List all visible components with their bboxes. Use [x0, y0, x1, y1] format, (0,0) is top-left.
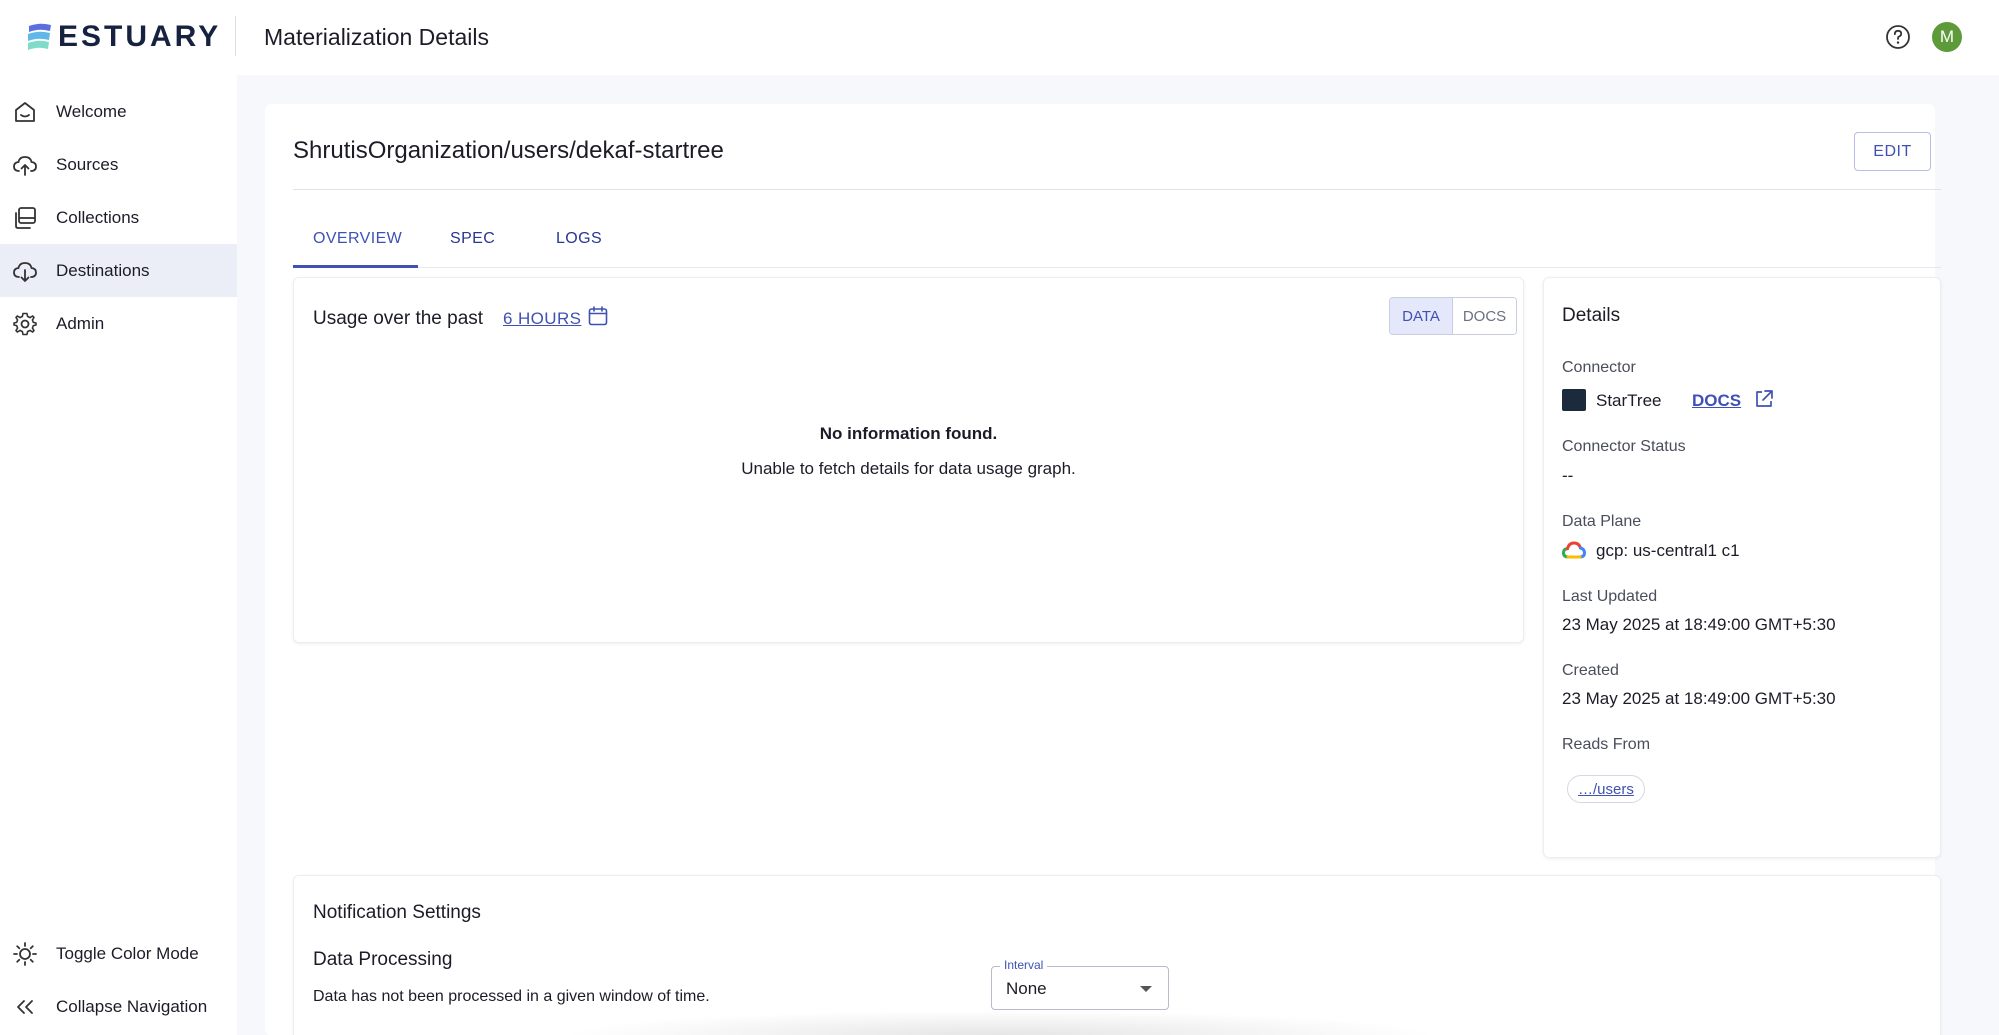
- usage-type-toggle: DATA DOCS: [1389, 297, 1517, 335]
- collapse-navigation-button[interactable]: Collapse Navigation: [0, 980, 237, 1033]
- estuary-logo[interactable]: ESTUARY: [26, 20, 221, 54]
- edit-button[interactable]: EDIT: [1854, 132, 1931, 171]
- sidebar-item-admin[interactable]: Admin: [0, 297, 237, 350]
- collections-icon: [15, 206, 36, 229]
- sidebar-item-label: Destinations: [56, 260, 150, 280]
- sun-icon: [13, 941, 37, 966]
- calendar-icon[interactable]: [587, 305, 609, 327]
- help-icon[interactable]: [1885, 24, 1911, 50]
- created-label: Created: [1562, 662, 1619, 679]
- top-header: ESTUARY Materialization Details M: [0, 0, 1999, 75]
- tab-spec[interactable]: SPEC: [450, 230, 495, 248]
- sidebar-footer-label: Collapse Navigation: [56, 996, 208, 1016]
- sidebar-item-collections[interactable]: Collections: [0, 191, 237, 244]
- avatar[interactable]: M: [1932, 22, 1962, 52]
- sidebar-footer-label: Toggle Color Mode: [56, 943, 199, 963]
- gcp-cloud-icon: [1562, 541, 1586, 559]
- startree-logo-icon: [1562, 389, 1586, 411]
- active-tab-indicator: [293, 265, 418, 268]
- connector-status-label: Connector Status: [1562, 438, 1686, 455]
- interval-select-label: Interval: [1000, 958, 1048, 972]
- sidebar-item-label: Welcome: [56, 101, 127, 121]
- details-title: Details: [1562, 305, 1621, 326]
- entity-title: ShrutisOrganization/users/dekaf-startree: [293, 137, 724, 164]
- tab-overview[interactable]: OVERVIEW: [313, 230, 402, 248]
- created-value: 23 May 2025 at 18:49:00 GMT+5:30: [1562, 689, 1836, 708]
- sidebar-item-label: Admin: [56, 313, 105, 333]
- double-chevron-left-icon: [17, 999, 33, 1014]
- cloud-download-icon: [13, 261, 37, 282]
- last-updated-label: Last Updated: [1562, 588, 1658, 605]
- usage-label: Usage over the past: [313, 308, 484, 329]
- cloud-upload-icon: [13, 155, 37, 176]
- sidebar-item-label: Sources: [56, 154, 119, 174]
- home-icon: [15, 101, 35, 122]
- connector-label: Connector: [1562, 359, 1636, 376]
- notification-settings-title: Notification Settings: [313, 902, 481, 923]
- caret-down-icon: [1140, 986, 1152, 992]
- sidebar-item-destinations[interactable]: Destinations: [0, 244, 237, 297]
- interval-select[interactable]: Interval None: [991, 958, 1169, 1010]
- data-processing-title: Data Processing: [313, 949, 453, 970]
- connector-name: StarTree: [1596, 391, 1662, 410]
- page-title: Materialization Details: [264, 24, 489, 50]
- brand-name: ESTUARY: [58, 20, 222, 53]
- snackbar-shadow: [560, 1010, 1440, 1035]
- empty-state-message: Unable to fetch details for data usage g…: [741, 459, 1076, 478]
- last-updated-value: 23 May 2025 at 18:49:00 GMT+5:30: [1562, 615, 1836, 634]
- estuary-logo-icon: [28, 23, 51, 50]
- toggle-color-mode-button[interactable]: Toggle Color Mode: [0, 927, 237, 980]
- gear-icon: [13, 312, 37, 335]
- sidebar: Welcome Sources Collections Destinations…: [0, 75, 237, 1035]
- header-divider: [235, 16, 236, 56]
- toggle-docs-button[interactable]: DOCS: [1453, 298, 1516, 334]
- sidebar-item-sources[interactable]: Sources: [0, 138, 237, 191]
- data-processing-description: Data has not been processed in a given w…: [313, 988, 710, 1005]
- usage-range-link[interactable]: 6 HOURS: [503, 309, 581, 329]
- reads-from-collection-chip[interactable]: …/users: [1567, 775, 1645, 803]
- connector-status-value: --: [1562, 466, 1574, 485]
- connector-docs-link[interactable]: DOCS: [1692, 391, 1741, 411]
- empty-state-title: No information found.: [819, 424, 998, 443]
- data-plane-label: Data Plane: [1562, 513, 1642, 530]
- tabs-divider: [293, 267, 1941, 268]
- sidebar-item-label: Collections: [56, 207, 140, 227]
- reads-from-label: Reads From: [1562, 736, 1651, 753]
- interval-select-value: None: [1006, 979, 1047, 998]
- sidebar-item-welcome[interactable]: Welcome: [0, 85, 237, 138]
- data-plane-value: gcp: us-central1 c1: [1596, 541, 1740, 560]
- main-content: ShrutisOrganization/users/dekaf-startree…: [265, 104, 1941, 1035]
- tab-logs[interactable]: LOGS: [556, 230, 602, 248]
- details-panel: Details Connector StarTree DOCS Connecto…: [1543, 277, 1941, 858]
- title-divider: [293, 189, 1941, 190]
- toggle-data-button[interactable]: DATA: [1390, 298, 1453, 334]
- usage-panel: Usage over the past 6 HOURS DATA DOCS No…: [293, 277, 1524, 643]
- external-link-icon[interactable]: [1753, 388, 1775, 410]
